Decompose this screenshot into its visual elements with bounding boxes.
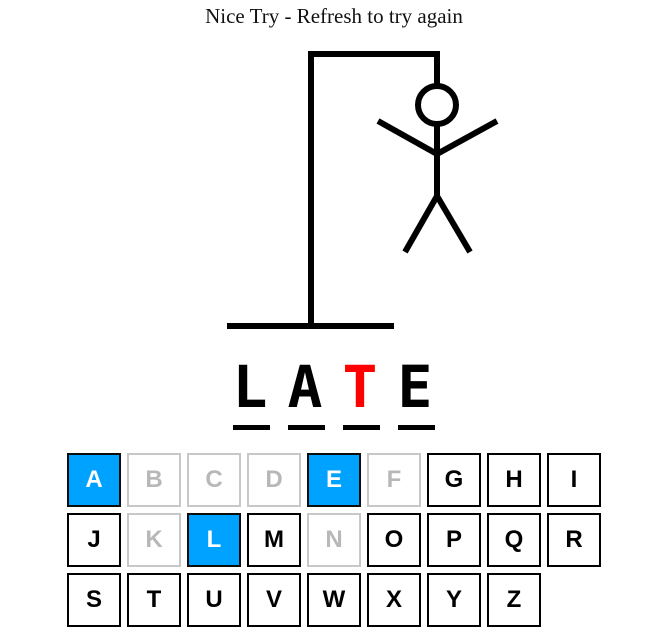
letter-key-o[interactable]: O: [367, 513, 421, 567]
hangman-left-leg: [402, 194, 440, 254]
hangman-right-arm: [435, 118, 499, 157]
word-letter-slot: E: [393, 352, 437, 432]
letter-key-z[interactable]: Z: [487, 573, 541, 627]
letter-key-j[interactable]: J: [67, 513, 121, 567]
letter-key-m[interactable]: M: [247, 513, 301, 567]
word-letter: L: [232, 353, 268, 421]
keyboard-row: STUVWXYZ: [67, 573, 607, 627]
keyboard-row: JKLMNOPQR: [67, 513, 607, 567]
letter-key-a[interactable]: A: [67, 453, 121, 507]
letter-key-v[interactable]: V: [247, 573, 301, 627]
letter-key-i[interactable]: I: [547, 453, 601, 507]
letter-key-p[interactable]: P: [427, 513, 481, 567]
word-display: LATE: [228, 352, 437, 432]
letter-key-y[interactable]: Y: [427, 573, 481, 627]
letter-key-n[interactable]: N: [307, 513, 361, 567]
hangman-left-arm: [376, 118, 439, 157]
letter-key-s[interactable]: S: [67, 573, 121, 627]
hangman-head: [415, 83, 459, 127]
hangman-drawing: [227, 51, 499, 329]
letter-key-u[interactable]: U: [187, 573, 241, 627]
letter-underline: [398, 425, 435, 430]
letter-keyboard: ABCDEFGHI JKLMNOPQR STUVWXYZ: [67, 453, 607, 633]
word-letter: E: [397, 353, 433, 421]
letter-key-g[interactable]: G: [427, 453, 481, 507]
letter-key-c[interactable]: C: [187, 453, 241, 507]
letter-key-k[interactable]: K: [127, 513, 181, 567]
letter-underline: [233, 425, 270, 430]
word-letter-slot: T: [338, 352, 382, 432]
letter-key-t[interactable]: T: [127, 573, 181, 627]
letter-key-w[interactable]: W: [307, 573, 361, 627]
letter-key-e[interactable]: E: [307, 453, 361, 507]
letter-underline: [288, 425, 325, 430]
word-letter: T: [342, 353, 378, 421]
hangman-right-leg: [434, 194, 473, 254]
letter-underline: [343, 425, 380, 430]
letter-key-x[interactable]: X: [367, 573, 421, 627]
letter-key-d[interactable]: D: [247, 453, 301, 507]
word-letter: A: [287, 353, 323, 421]
letter-key-q[interactable]: Q: [487, 513, 541, 567]
keyboard-row: ABCDEFGHI: [67, 453, 607, 507]
letter-key-h[interactable]: H: [487, 453, 541, 507]
word-letter-slot: L: [228, 352, 272, 432]
letter-key-l[interactable]: L: [187, 513, 241, 567]
letter-key-r[interactable]: R: [547, 513, 601, 567]
letter-key-f[interactable]: F: [367, 453, 421, 507]
word-letter-slot: A: [283, 352, 327, 432]
letter-key-b[interactable]: B: [127, 453, 181, 507]
